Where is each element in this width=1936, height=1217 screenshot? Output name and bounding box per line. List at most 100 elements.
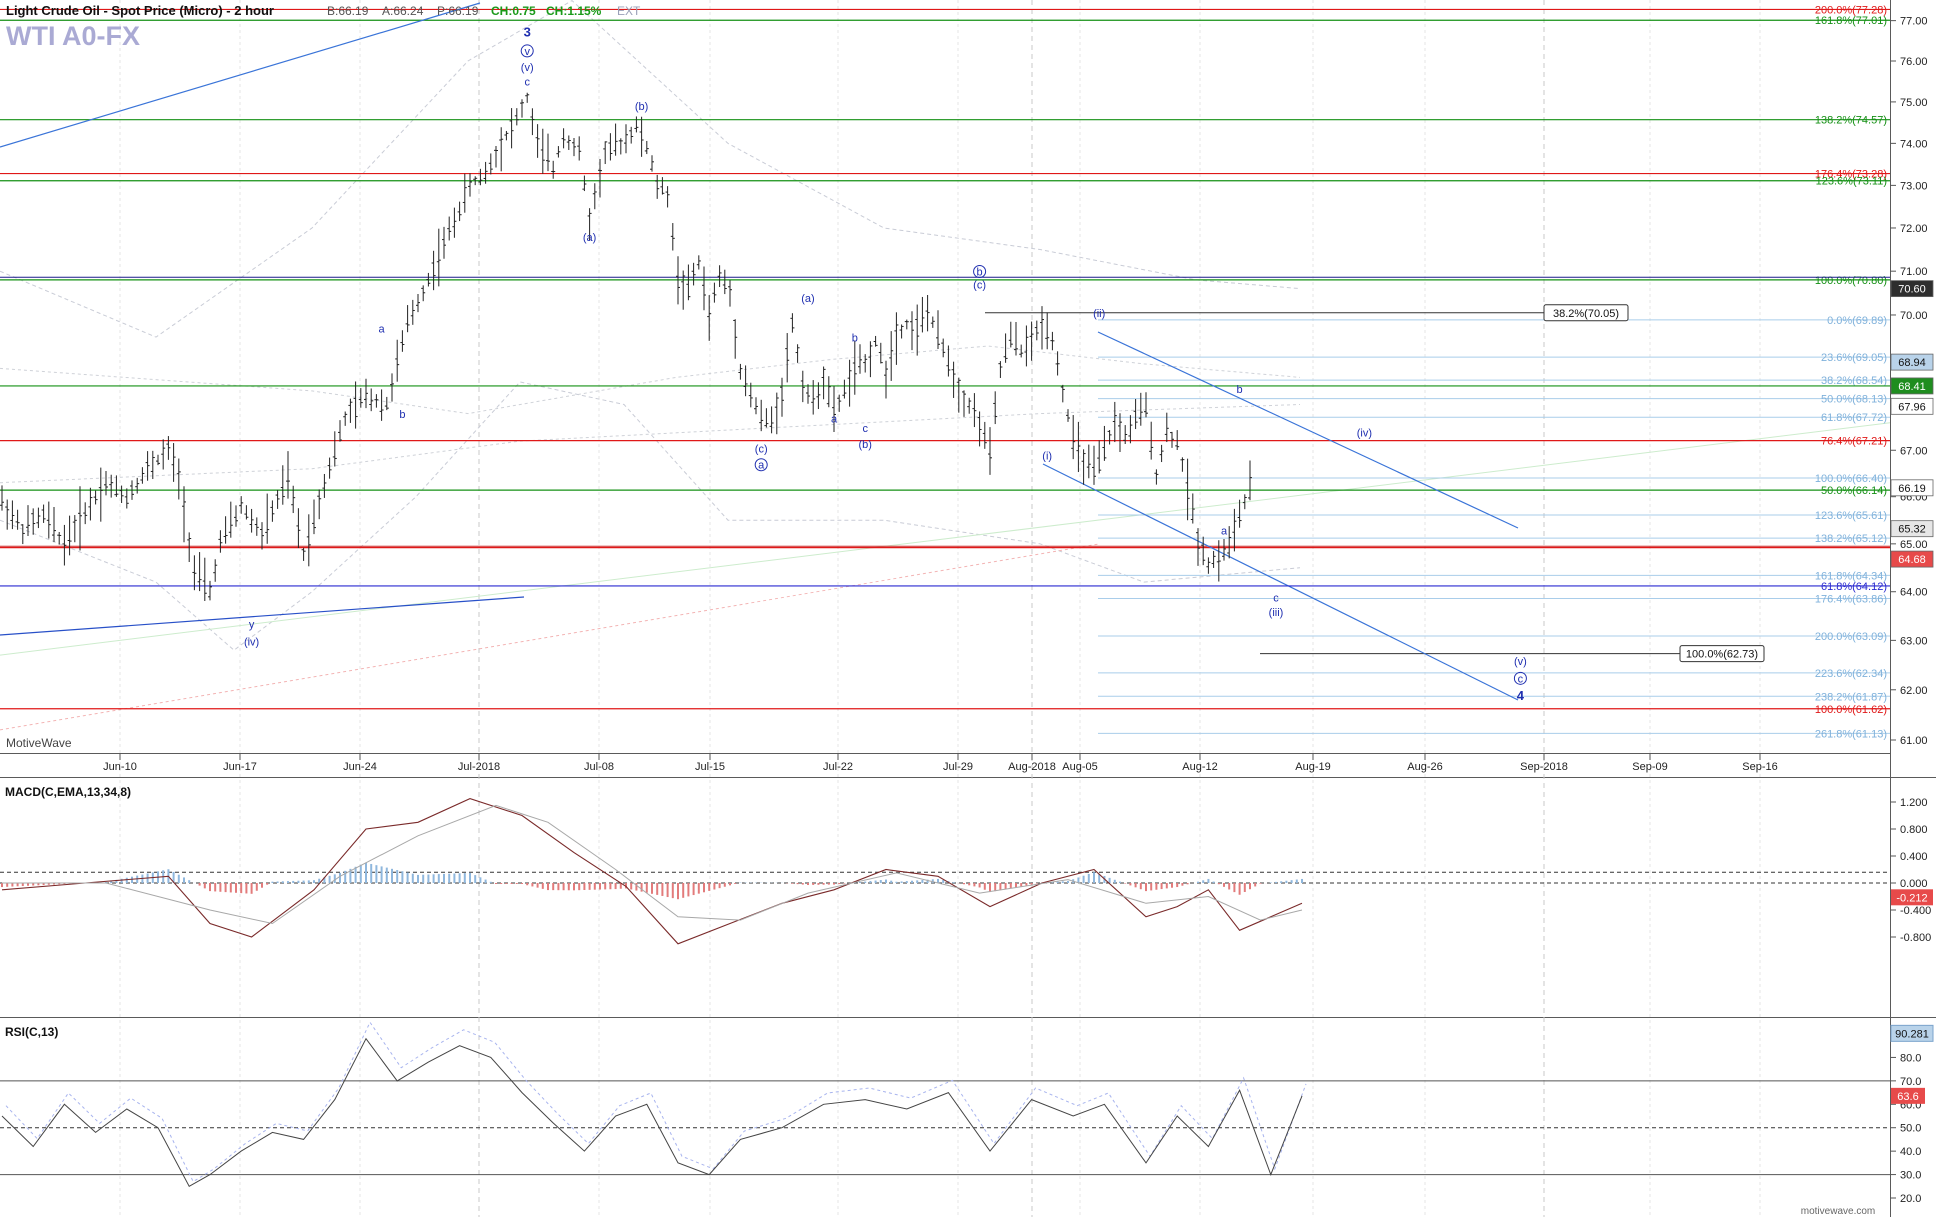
macd-title: MACD(C,EMA,13,34,8)	[5, 785, 131, 799]
x-axis-tick-label: Aug-05	[1062, 761, 1097, 773]
price-tag-label: 66.19	[1898, 483, 1926, 495]
y-axis-tick-label: 61.00	[1900, 735, 1928, 747]
fib-level-label: 223.6%(62.34)	[1815, 668, 1887, 680]
wave-label: (v)	[521, 62, 534, 74]
y-axis-tick-label: 75.00	[1900, 97, 1928, 109]
wave-label: (b)	[858, 439, 871, 451]
fib-level-label: 238.2%(61.87)	[1815, 691, 1887, 703]
wave-label: (iii)	[1269, 607, 1284, 619]
wave-label: b	[852, 333, 858, 345]
wave-label: (a)	[583, 232, 596, 244]
y-axis-tick-label: 72.00	[1900, 223, 1928, 235]
fib-level-label: 161.8%(77.01)	[1815, 15, 1887, 27]
rsi-axis-tick-label: 80.0	[1900, 1052, 1921, 1064]
fib-level-label: 23.6%(69.05)	[1821, 352, 1887, 364]
x-axis-tick-label: Jun-24	[343, 761, 377, 773]
chart-title: Light Crude Oil - Spot Price (Micro) - 2…	[6, 3, 274, 18]
price-tag-label: 65.32	[1898, 524, 1926, 536]
wave-label: b	[399, 409, 405, 421]
y-axis-tick-label: 74.00	[1900, 138, 1928, 150]
x-axis-tick-label: Jul-29	[943, 761, 973, 773]
rsi-top-value: 90.281	[1895, 1028, 1929, 1040]
price-tag-label: 70.60	[1898, 284, 1926, 296]
price-tag-label: 67.96	[1898, 401, 1926, 413]
y-axis-tick-label: 76.00	[1900, 56, 1928, 68]
wave-label: a	[379, 324, 386, 336]
x-axis-tick-label: Aug-19	[1295, 761, 1330, 773]
wave-label: (a)	[801, 293, 814, 305]
projection-label: 100.0%(62.73)	[1686, 649, 1758, 661]
wave-label: (ii)	[1093, 308, 1105, 320]
wave-label: (iv)	[1357, 427, 1372, 439]
macd-current-value: -0.212	[1896, 892, 1927, 904]
fib-level-label: 76.4%(67.21)	[1821, 436, 1887, 448]
chart-canvas[interactable]: 200.0%(77.28)161.8%(77.01)138.2%(74.57)1…	[0, 0, 1936, 1217]
wave-label: y	[249, 619, 255, 631]
y-axis-tick-label: 73.00	[1900, 180, 1928, 192]
fib-level-label: 138.2%(65.12)	[1815, 533, 1887, 545]
last-price-value: P:66.19	[437, 4, 479, 18]
wave-label: (v)	[1514, 656, 1527, 668]
x-axis-tick-label: Aug-26	[1407, 761, 1442, 773]
wave-label: 3	[524, 25, 531, 40]
change-percent-value: CH:1.15%	[546, 4, 602, 18]
wave-label: c	[1273, 592, 1279, 604]
fib-level-label: 100.0%(61.62)	[1815, 704, 1887, 716]
extended-hours-label: EXT	[617, 4, 641, 18]
price-tag-label: 68.94	[1898, 357, 1926, 369]
x-axis-tick-label: Jul-22	[823, 761, 853, 773]
chart-background	[0, 0, 1936, 1217]
fib-level-label: 100.0%(70.80)	[1815, 275, 1887, 287]
ask-value: A:66.24	[382, 4, 424, 18]
wave-label: (i)	[1042, 450, 1052, 462]
fib-level-label: 100.0%(66.40)	[1815, 473, 1887, 485]
y-axis-tick-label: 71.00	[1900, 266, 1928, 278]
wave-label: b	[1237, 384, 1243, 396]
y-axis-tick-label: 67.00	[1900, 445, 1928, 457]
fib-level-label: 176.4%(63.86)	[1815, 593, 1887, 605]
x-axis-tick-label: Jun-17	[223, 761, 257, 773]
symbol-watermark: WTI A0-FX	[6, 21, 140, 51]
macd-axis-tick-label: 1.200	[1900, 797, 1928, 809]
wave-label: v	[524, 46, 530, 58]
footer-logo: motivewave.com	[1801, 1206, 1875, 1217]
fib-level-label: 38.2%(68.54)	[1821, 375, 1887, 387]
wave-label: (b)	[635, 101, 648, 113]
rsi-axis-tick-label: 50.0	[1900, 1123, 1921, 1135]
wave-label: a	[831, 414, 838, 426]
x-axis-tick-label: Sep-09	[1632, 761, 1667, 773]
price-tag-label: 64.68	[1898, 554, 1926, 566]
x-axis-tick-label: Jun-10	[103, 761, 137, 773]
wave-label: (c)	[755, 444, 768, 456]
rsi-current-value: 63.6	[1897, 1091, 1918, 1103]
wave-label: c	[1518, 673, 1524, 685]
fib-level-label: 61.8%(64.12)	[1821, 581, 1887, 593]
fib-level-label: 200.0%(63.09)	[1815, 631, 1887, 643]
wave-label: (c)	[973, 280, 986, 292]
macd-axis-tick-label: 0.400	[1900, 851, 1928, 863]
fib-level-label: 138.2%(74.57)	[1815, 115, 1887, 127]
wave-label: b	[977, 267, 983, 279]
macd-axis-tick-label: -0.800	[1900, 932, 1931, 944]
rsi-axis-tick-label: 30.0	[1900, 1170, 1921, 1182]
y-axis-tick-label: 63.00	[1900, 635, 1928, 647]
rsi-axis-tick-label: 40.0	[1900, 1146, 1921, 1158]
x-axis-tick-label: Jul-15	[695, 761, 725, 773]
fib-level-label: 123.6%(65.61)	[1815, 510, 1887, 522]
y-axis-tick-label: 62.00	[1900, 685, 1928, 697]
x-axis-tick-label: Jul-08	[584, 761, 614, 773]
rsi-axis-tick-label: 20.0	[1900, 1193, 1921, 1205]
fib-level-label: 123.6%(73.11)	[1816, 176, 1887, 188]
projection-label: 38.2%(70.05)	[1553, 308, 1619, 320]
wave-label: 4	[1517, 688, 1525, 703]
fib-level-label: 50.0%(66.14)	[1821, 485, 1887, 497]
macd-axis-tick-label: -0.400	[1900, 905, 1931, 917]
x-axis-tick-label: Aug-2018	[1008, 761, 1056, 773]
fib-level-label: 0.0%(69.89)	[1827, 315, 1887, 327]
motivewave-watermark: MotiveWave	[6, 736, 72, 750]
x-axis-tick-label: Jul-2018	[458, 761, 500, 773]
x-axis-tick-label: Sep-16	[1742, 761, 1777, 773]
x-axis-tick-label: Sep-2018	[1520, 761, 1568, 773]
wave-label: c	[524, 76, 530, 88]
fib-level-label: 261.8%(61.13)	[1815, 728, 1887, 740]
